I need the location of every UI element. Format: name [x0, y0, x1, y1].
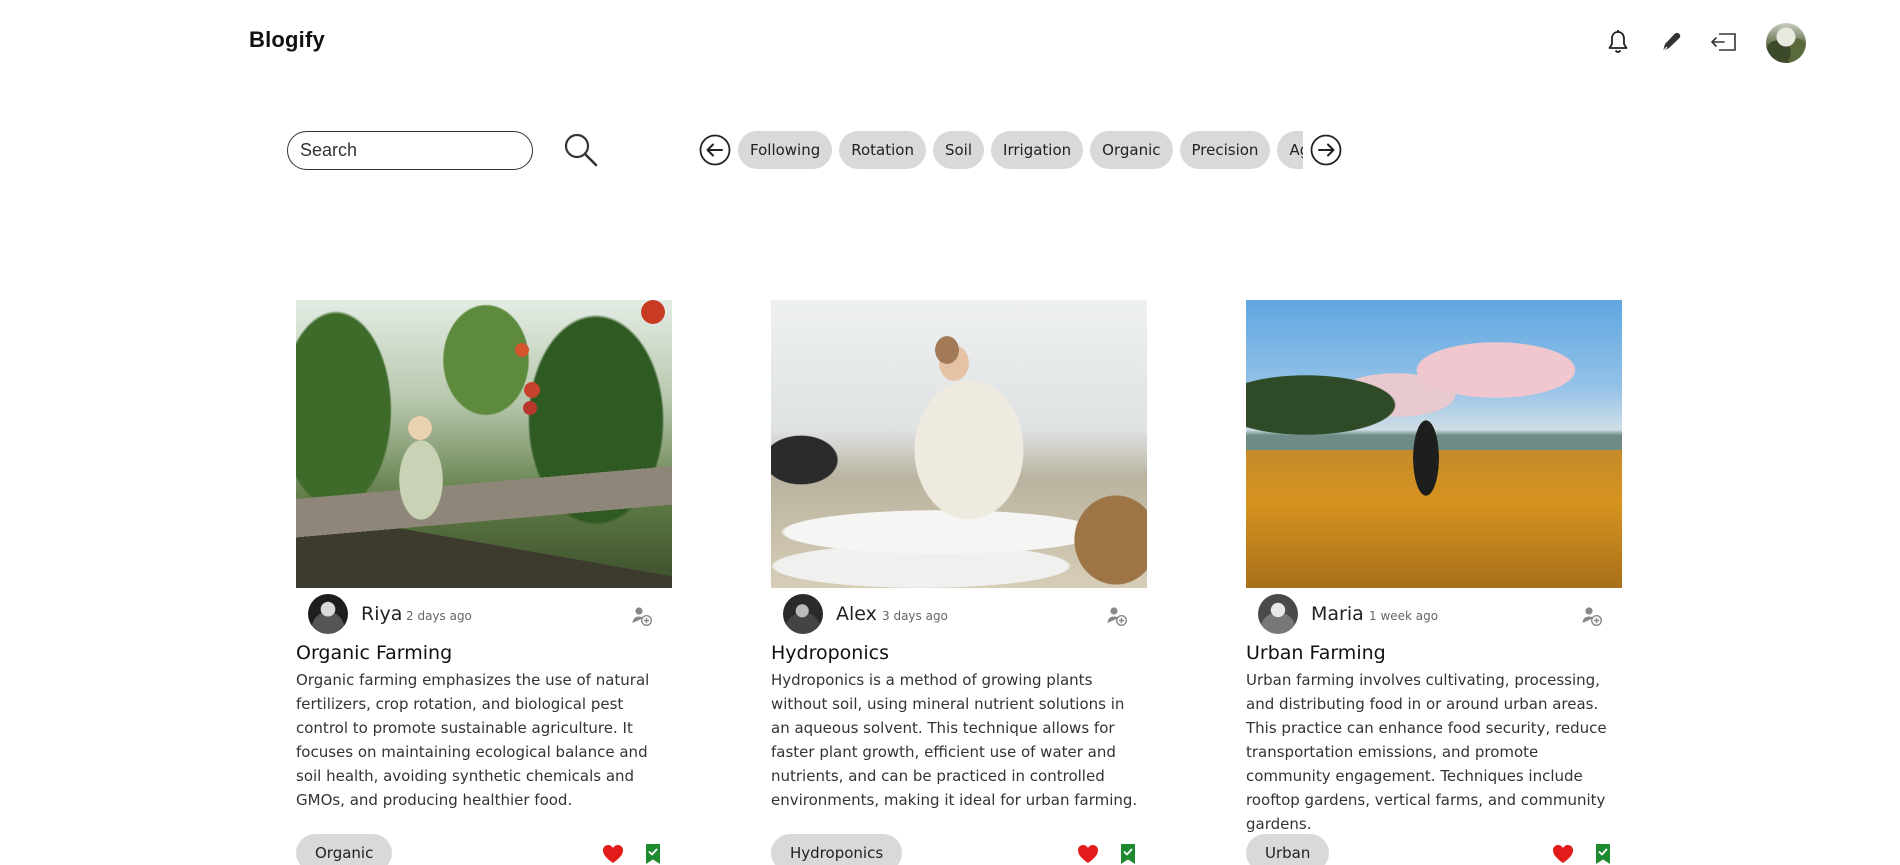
chip-organic[interactable]: Organic — [1090, 131, 1173, 169]
author-avatar[interactable] — [308, 594, 348, 634]
author-name[interactable]: Maria — [1311, 603, 1364, 625]
post-time: 2 days ago — [406, 609, 472, 623]
follow-user-icon[interactable] — [1106, 605, 1128, 627]
author-name[interactable]: Alex — [836, 603, 877, 625]
top-header: Blogify — [0, 0, 1900, 82]
post-actions: Organic — [296, 834, 672, 865]
post-card[interactable]: Riya 2 days ago Organic Farming Organic … — [296, 300, 672, 865]
pen-icon[interactable] — [1657, 28, 1685, 56]
post-card[interactable]: Maria 1 week ago Urban Farming Urban far… — [1246, 300, 1622, 865]
post-meta: Riya 2 days ago — [296, 588, 672, 636]
post-tag[interactable]: Hydroponics — [771, 834, 903, 865]
logout-icon[interactable] — [1710, 28, 1738, 56]
chevron-right-icon[interactable] — [1310, 134, 1342, 166]
author-avatar[interactable] — [783, 594, 823, 634]
post-description: Organic farming emphasizes the use of na… — [296, 671, 650, 809]
bookmark-icon[interactable] — [1119, 843, 1137, 865]
app-logo[interactable]: Blogify — [249, 27, 325, 53]
post-image[interactable] — [771, 300, 1147, 588]
post-description: Hydroponics is a method of growing plant… — [771, 671, 1138, 809]
bookmark-icon[interactable] — [1594, 843, 1612, 865]
post-image[interactable] — [296, 300, 672, 588]
bell-icon[interactable] — [1604, 28, 1632, 56]
post-tag[interactable]: Organic — [296, 834, 393, 865]
chip-following[interactable]: Following — [738, 131, 833, 169]
post-actions: Hydroponics — [771, 834, 1147, 865]
follow-user-icon[interactable] — [631, 605, 653, 627]
chip-rotation[interactable]: Rotation — [839, 131, 926, 169]
search-icon[interactable] — [563, 132, 599, 168]
post-meta: Alex 3 days ago — [771, 588, 1147, 636]
heart-icon[interactable] — [1077, 844, 1099, 864]
chip-irrigation[interactable]: Irrigation — [991, 131, 1084, 169]
category-chips: Following Rotation Soil Irrigation Organic Pr… — [738, 131, 1303, 169]
heart-icon[interactable] — [602, 844, 624, 864]
search-input[interactable] — [287, 131, 533, 170]
post-title[interactable]: Urban Farming — [1246, 642, 1622, 668]
author-name[interactable]: Riya — [361, 603, 402, 625]
chip-soil[interactable]: Soil — [932, 131, 985, 169]
post-meta: Maria 1 week ago — [1246, 588, 1622, 636]
post-time: 1 week ago — [1369, 609, 1439, 623]
chip-agro[interactable]: Agro — [1277, 131, 1303, 169]
profile-avatar[interactable] — [1766, 23, 1806, 63]
chevron-left-icon[interactable] — [699, 134, 731, 166]
bookmark-icon[interactable] — [644, 843, 662, 865]
post-image[interactable] — [1246, 300, 1622, 588]
post-card[interactable]: Alex 3 days ago Hydroponics Hydroponics … — [771, 300, 1147, 865]
post-title[interactable]: Organic Farming — [296, 642, 672, 668]
post-actions: Urban — [1246, 834, 1622, 865]
author-avatar[interactable] — [1258, 594, 1298, 634]
post-time: 3 days ago — [882, 609, 948, 623]
post-description: Urban farming involves cultivating, proc… — [1246, 671, 1607, 833]
heart-icon[interactable] — [1552, 844, 1574, 864]
post-title[interactable]: Hydroponics — [771, 642, 1147, 668]
follow-user-icon[interactable] — [1581, 605, 1603, 627]
chip-precision[interactable]: Precision — [1179, 131, 1271, 169]
post-tag[interactable]: Urban — [1246, 834, 1330, 865]
